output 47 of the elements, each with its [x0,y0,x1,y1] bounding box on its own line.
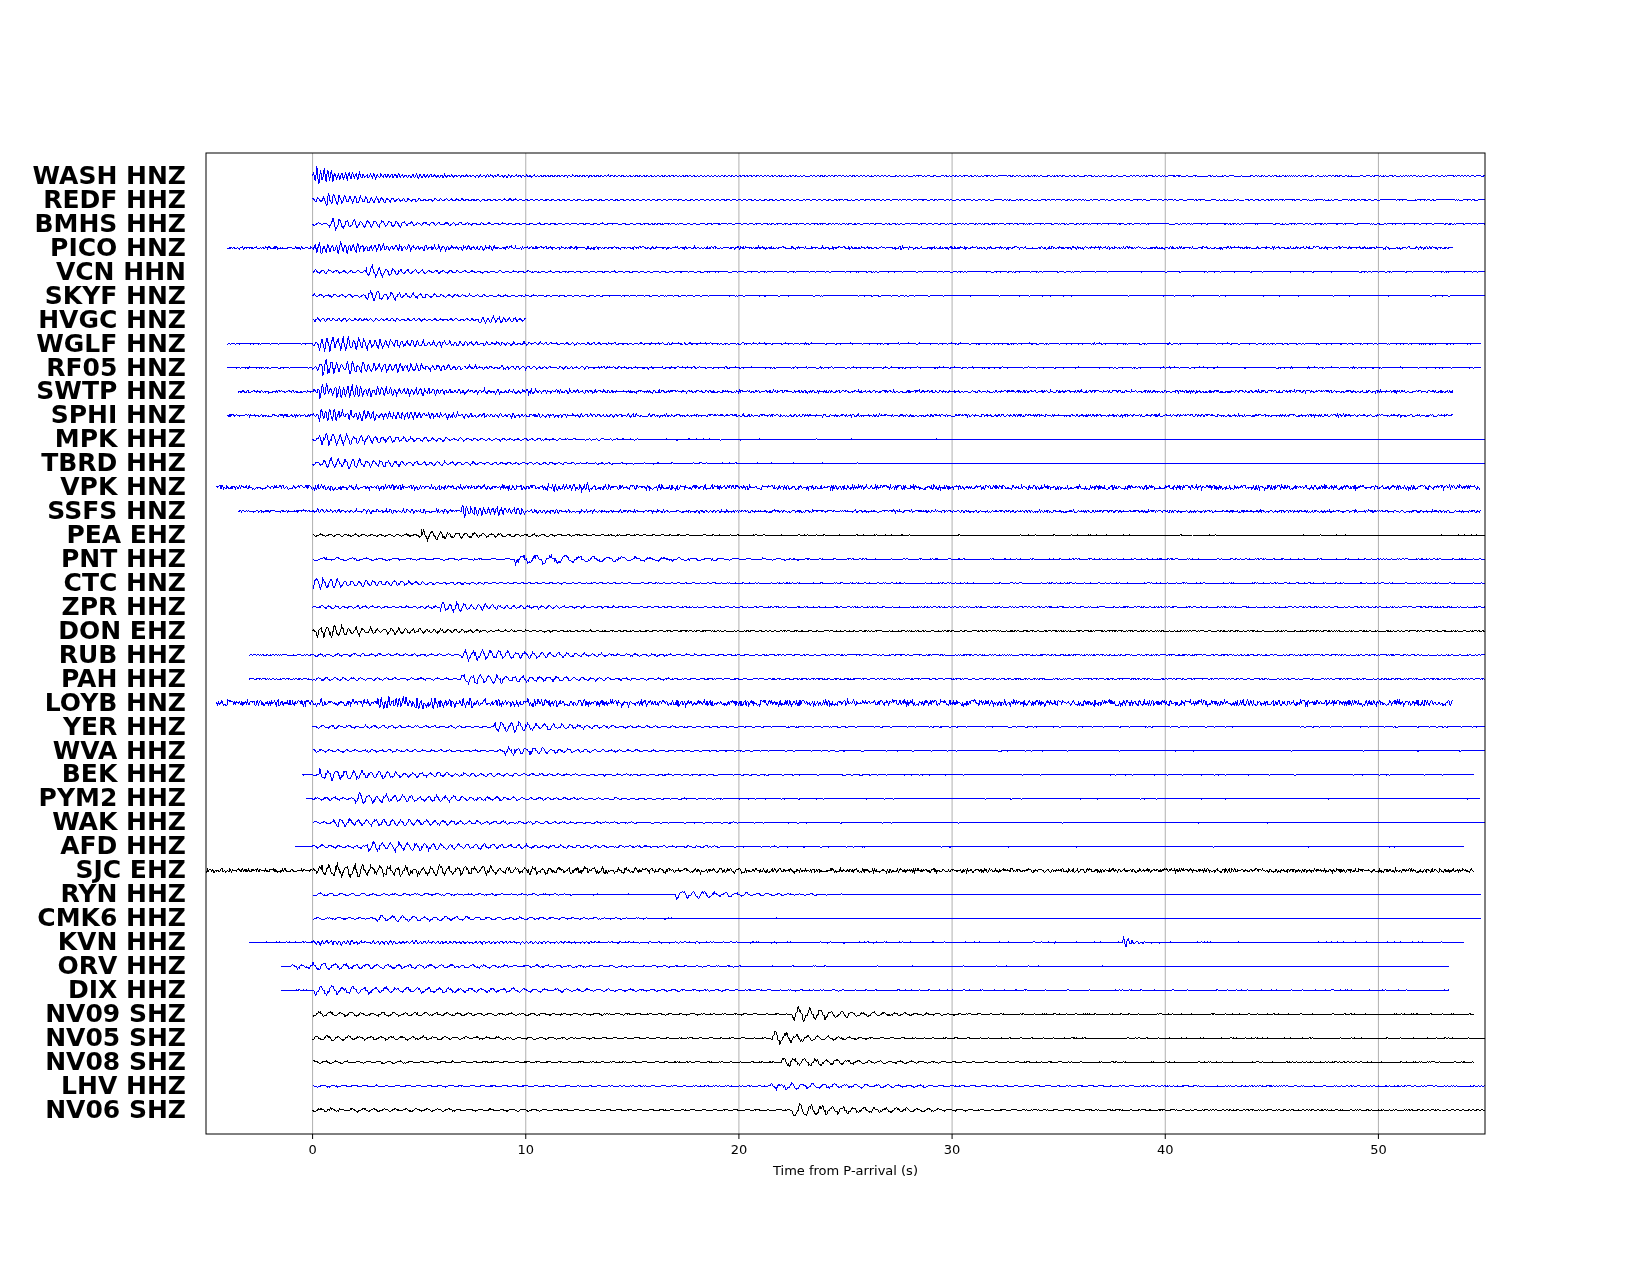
trace-label: ORV HHZ [57,953,186,978]
trace-label: KVN HHZ [57,930,186,954]
trace-label: PEA EHZ [66,523,186,547]
trace-label: AFD HHZ [60,834,186,859]
trace-label: BEK HHZ [61,762,186,787]
tick-label: 20 [730,1142,748,1157]
trace-label: WGLF HNZ [36,331,186,356]
tick-label: 0 [308,1142,317,1157]
tick-label: 50 [1370,1142,1387,1157]
trace-label: SJC EHZ [75,858,186,883]
trace-label: TBRD HHZ [41,451,186,476]
trace-label: WASH HNZ [32,164,186,188]
tick-label: 40 [1157,1142,1174,1157]
trace-label: SWTP HNZ [36,379,186,404]
trace-label: NV06 SHZ [45,1097,186,1122]
trace-label: DON EHZ [58,618,186,643]
trace-label: PNT HHZ [61,547,186,571]
trace-label: WAK HHZ [52,810,186,835]
trace-label: REDF HHZ [43,187,186,212]
trace-label: NV05 SHZ [45,1025,186,1050]
trace-label: DIX HHZ [68,977,186,1002]
trace-label: SPHI HNZ [50,403,186,428]
trace-label: PAH HHZ [61,666,186,691]
trace-label: ZPR HHZ [61,594,186,619]
trace-label: SSFS HNZ [47,499,186,524]
trace-label: SKYF HNZ [44,283,186,308]
trace-label: YER HHZ [62,714,186,739]
trace-label: LHV HHZ [61,1073,186,1098]
axis-label: Time from P-arrival (s) [773,1163,918,1178]
trace-label: PICO HNZ [50,235,186,260]
trace-label: VPK HNZ [60,475,186,500]
trace-label: PYM2 HHZ [38,786,186,811]
trace-label: CTC HNZ [63,570,186,595]
trace-label: LOYB HNZ [44,690,186,715]
tick-label: 10 [517,1142,534,1157]
trace-label: RF05 HNZ [46,355,186,380]
tick-label: 30 [943,1142,961,1157]
trace-label: BMHS HHZ [34,211,186,236]
trace-label: NV08 SHZ [45,1049,186,1074]
trace-label: VCN HHN [55,259,186,284]
trace-label: WVA HHZ [52,738,186,763]
trace-label: CMK6 HHZ [37,906,186,930]
trace-label: HVGC HNZ [38,307,186,332]
trace-label: NV09 SHZ [45,1001,186,1026]
trace-label: RYN HHZ [60,882,186,907]
trace-label: RUB HHZ [58,642,186,667]
trace-label: MPK HHZ [54,427,186,452]
